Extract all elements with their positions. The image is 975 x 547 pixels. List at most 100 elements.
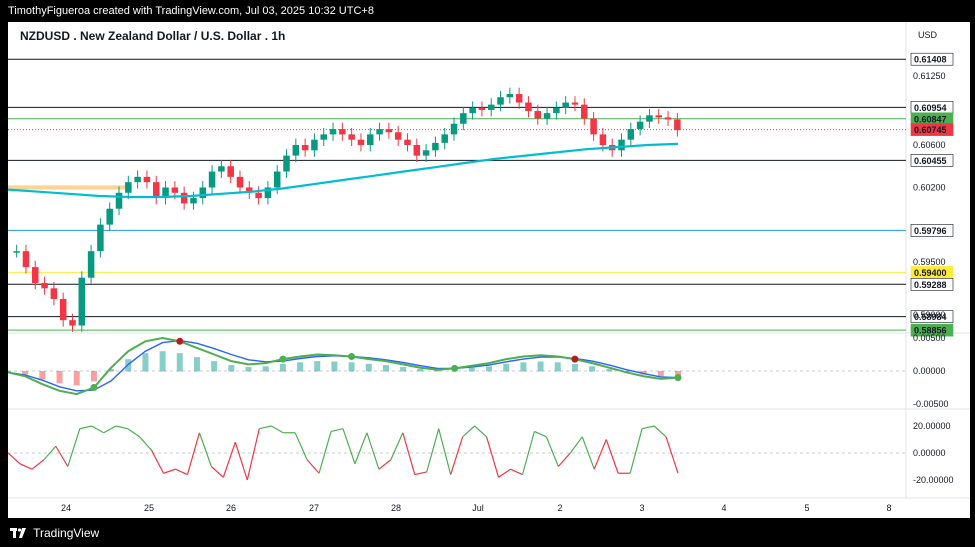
macd-cross-dot xyxy=(90,384,98,391)
macd-histogram-bar xyxy=(228,365,235,372)
candle-body xyxy=(553,107,560,114)
footer-brand-text: TradingView xyxy=(33,526,100,540)
rsi-segment xyxy=(55,445,69,467)
candle-body xyxy=(543,113,551,119)
candle-body xyxy=(236,176,244,188)
rsi-segment xyxy=(462,425,476,438)
rsi-segment xyxy=(485,436,500,478)
rsi-segment xyxy=(103,425,116,434)
macd-histogram-bar xyxy=(400,367,407,372)
rsi-segment xyxy=(474,425,487,438)
rsi-segment xyxy=(438,428,452,475)
candle-body xyxy=(450,123,458,135)
candle-body xyxy=(106,208,113,225)
macd-histogram-bar xyxy=(39,371,46,380)
rsi-segment xyxy=(175,468,188,476)
rsi-segment xyxy=(510,468,523,476)
rsi-segment xyxy=(653,425,667,438)
macd-histogram-bar xyxy=(520,362,527,372)
candle-body xyxy=(59,298,67,321)
rsi-segment xyxy=(115,425,128,430)
candle-body xyxy=(41,283,48,289)
candle-body xyxy=(674,119,681,131)
rsi-segment xyxy=(246,428,260,481)
price-tick: 0.61250 xyxy=(913,71,946,81)
candle-body xyxy=(311,139,318,151)
candle-body xyxy=(385,129,393,133)
candle-body xyxy=(97,224,104,252)
macd-histogram-bar xyxy=(56,371,63,384)
macd-histogram-bar xyxy=(176,353,183,372)
chart-panel[interactable]: 0.61408 0.60954 0.60847 0.60745 0.60455 0.597… xyxy=(8,22,970,518)
time-tick: Jul xyxy=(472,503,484,513)
candle-body xyxy=(497,97,504,105)
rsi-tick: 20.00000 xyxy=(913,421,951,431)
candle-body xyxy=(525,102,532,112)
candle-body xyxy=(69,320,76,326)
rsi-segment xyxy=(8,452,21,465)
candle-body xyxy=(432,142,439,151)
rsi-segment xyxy=(270,425,284,434)
macd-histogram-bar xyxy=(73,371,80,386)
time-tick: 5 xyxy=(804,503,809,513)
rsi-segment xyxy=(557,452,571,467)
candle-body xyxy=(218,166,225,172)
rsi-segment xyxy=(19,463,33,470)
candle-body xyxy=(87,251,95,278)
macd-histogram-bar xyxy=(279,363,286,372)
price-tick: 0.60200 xyxy=(913,182,946,192)
macd-tick: 0.00000 xyxy=(913,366,946,376)
currency-label: USD xyxy=(918,30,938,40)
rsi-segment xyxy=(629,428,643,474)
level-label: 0.60847 xyxy=(914,114,947,124)
rsi-segment xyxy=(198,432,212,467)
macd-cross-dot xyxy=(571,355,579,363)
macd-histogram-bar xyxy=(554,362,561,372)
tradingview-logo-icon xyxy=(10,521,26,547)
rsi-segment xyxy=(569,436,583,454)
time-tick: 28 xyxy=(391,503,401,513)
macd-histogram-bar xyxy=(262,366,269,372)
candle-body xyxy=(32,267,39,284)
footer-brand[interactable]: TradingView xyxy=(0,520,975,546)
macd-histogram-bar xyxy=(657,371,664,377)
macd-cross-dot xyxy=(176,337,184,345)
candle-body xyxy=(655,115,662,118)
candle-body xyxy=(376,129,383,135)
candle-body xyxy=(627,129,635,140)
price-tick: 0.60600 xyxy=(913,140,946,150)
rsi-segment xyxy=(545,436,559,467)
time-tick: 3 xyxy=(639,503,644,513)
candle-body xyxy=(506,94,514,98)
candle-body xyxy=(478,107,486,110)
candle-body xyxy=(208,171,216,188)
rsi-segment xyxy=(186,432,201,475)
macd-cross-dot xyxy=(279,355,287,363)
macd-histogram-bar xyxy=(486,366,493,372)
candle-body xyxy=(199,187,207,199)
macd-histogram-bar xyxy=(417,369,424,372)
macd-histogram-bar xyxy=(468,367,475,372)
macd-cross-dot xyxy=(348,352,356,360)
level-label: 0.60455 xyxy=(914,156,947,166)
macd-cross-dot xyxy=(674,374,682,382)
candle-body xyxy=(534,111,542,119)
time-tick: 27 xyxy=(309,503,319,513)
candle-body xyxy=(441,134,448,143)
price-pane xyxy=(8,22,970,499)
level-label: 0.59400 xyxy=(914,268,947,278)
rsi-tick: -20.00000 xyxy=(913,475,954,485)
candle-body xyxy=(571,102,579,105)
time-tick: 8 xyxy=(886,503,891,513)
rsi-segment xyxy=(31,459,45,470)
candle-body xyxy=(227,166,234,177)
time-tick: 2 xyxy=(557,503,562,513)
candle-body xyxy=(143,176,151,183)
rsi-segment xyxy=(259,425,272,430)
chart-svg[interactable]: 0.61408 0.609540.608470.60745 0.60455 0.597… xyxy=(8,22,970,518)
time-tick: 4 xyxy=(721,503,726,513)
candle-body xyxy=(329,129,337,135)
level-label: 0.61408 xyxy=(914,55,947,65)
macd-pane xyxy=(8,336,906,396)
candle-body xyxy=(190,198,197,204)
